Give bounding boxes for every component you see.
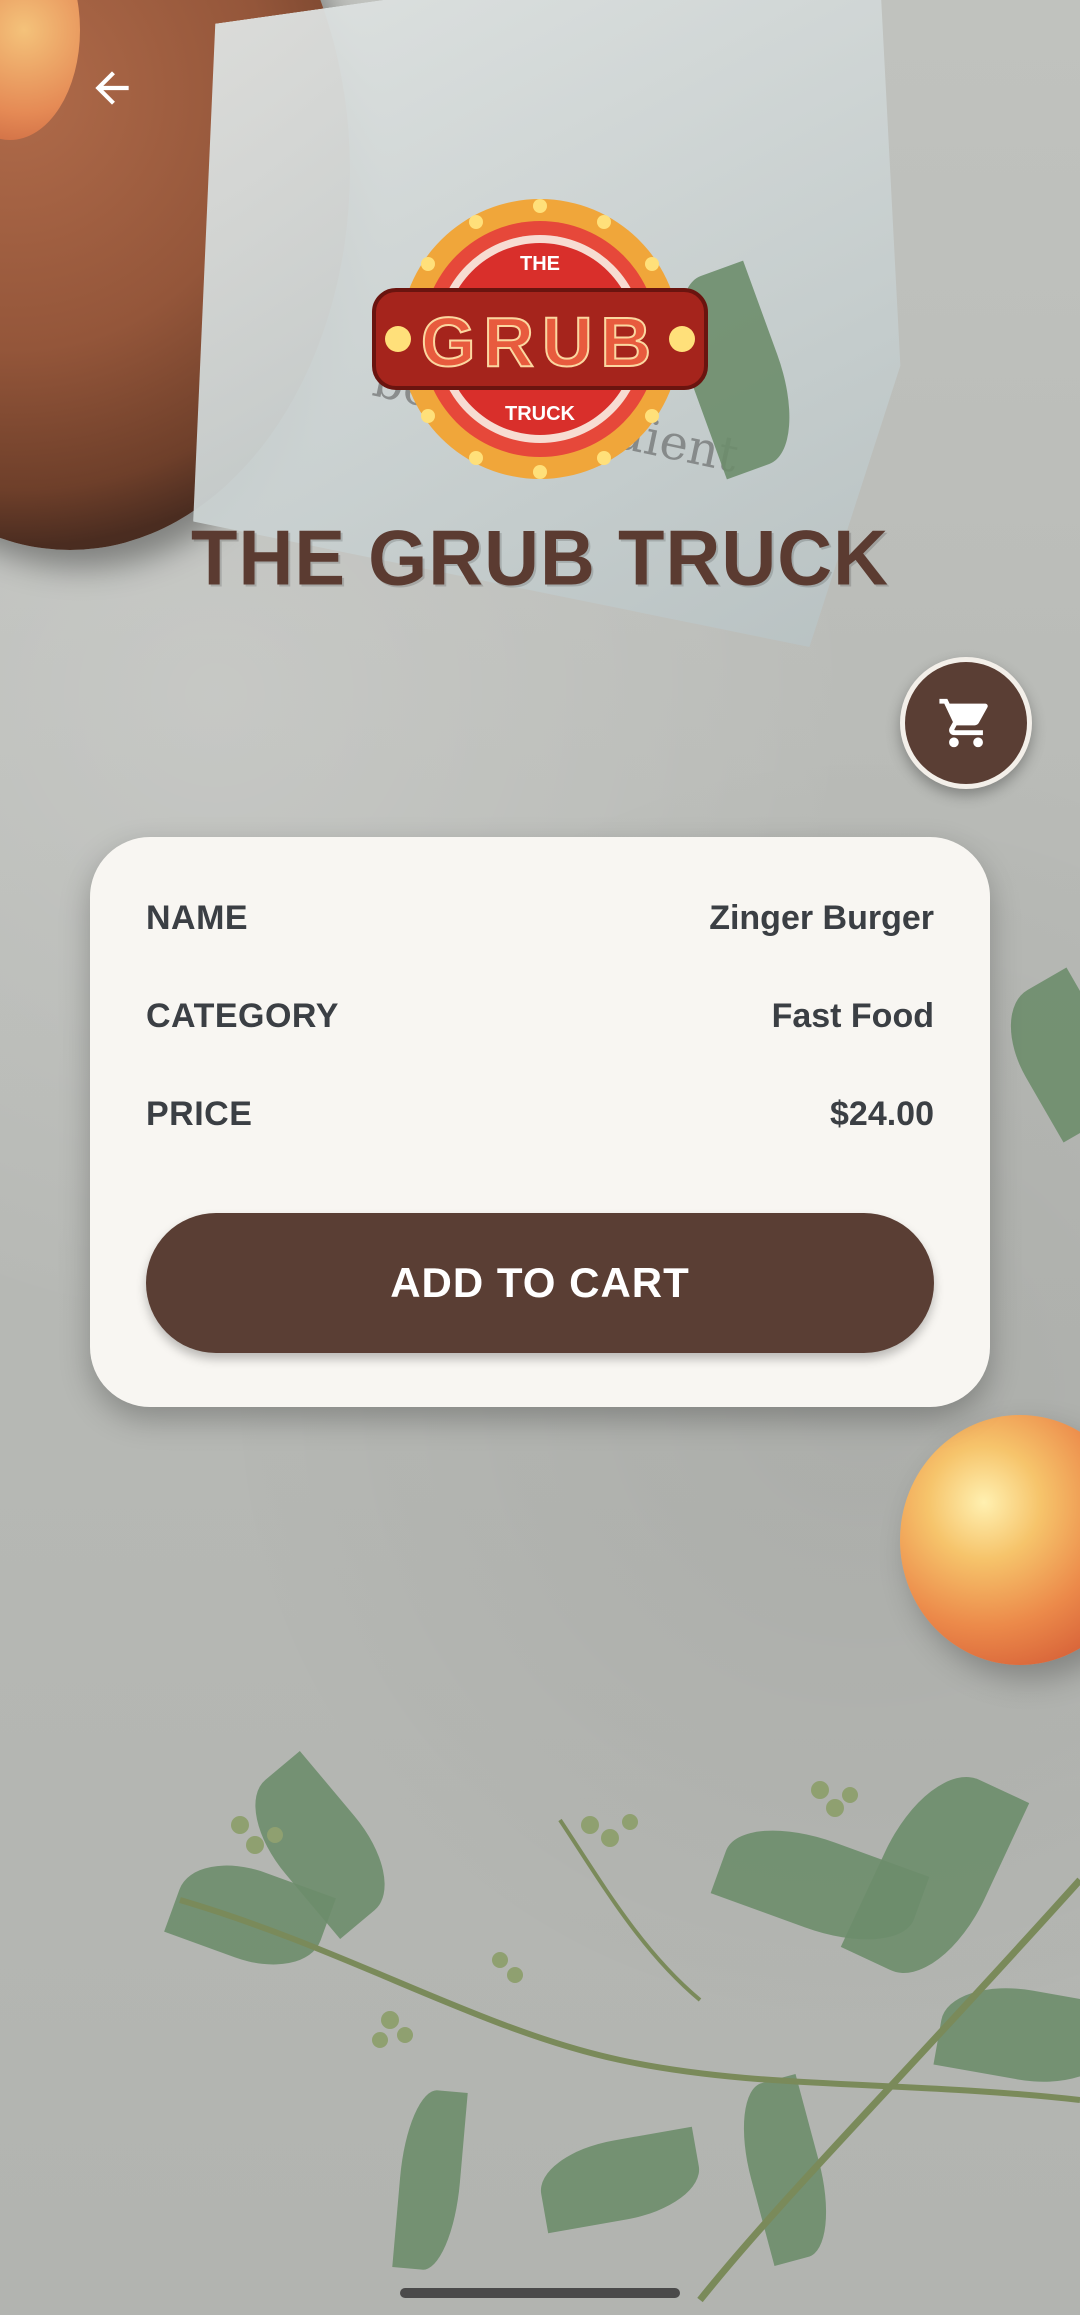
- price-label: PRICE: [146, 1095, 253, 1133]
- product-card: NAME Zinger Burger CATEGORY Fast Food PR…: [90, 837, 990, 1407]
- name-row: NAME Zinger Burger: [146, 899, 934, 938]
- category-label: CATEGORY: [146, 997, 339, 1035]
- logo-main-text: GRUB: [421, 303, 659, 381]
- logo-bottom-text: TRUCK: [505, 403, 576, 425]
- back-button[interactable]: [82, 58, 142, 118]
- category-value: Fast Food: [771, 997, 934, 1035]
- price-value: $24.00: [830, 1095, 934, 1133]
- price-row: PRICE $24.00: [146, 1095, 934, 1134]
- home-indicator[interactable]: [400, 2288, 680, 2298]
- app-title: THE GRUB TRUCK: [191, 515, 889, 602]
- name-label: NAME: [146, 899, 249, 937]
- grub-truck-logo: THE GRUB TRUCK: [372, 194, 708, 484]
- add-to-cart-button[interactable]: ADD TO CART: [146, 1213, 934, 1353]
- category-row: CATEGORY Fast Food: [146, 997, 934, 1036]
- name-value: Zinger Burger: [709, 899, 934, 937]
- logo-top-text: THE: [520, 253, 560, 275]
- arrow-left-icon: [95, 71, 129, 105]
- cart-icon: [939, 698, 988, 748]
- cart-button[interactable]: [900, 657, 1032, 789]
